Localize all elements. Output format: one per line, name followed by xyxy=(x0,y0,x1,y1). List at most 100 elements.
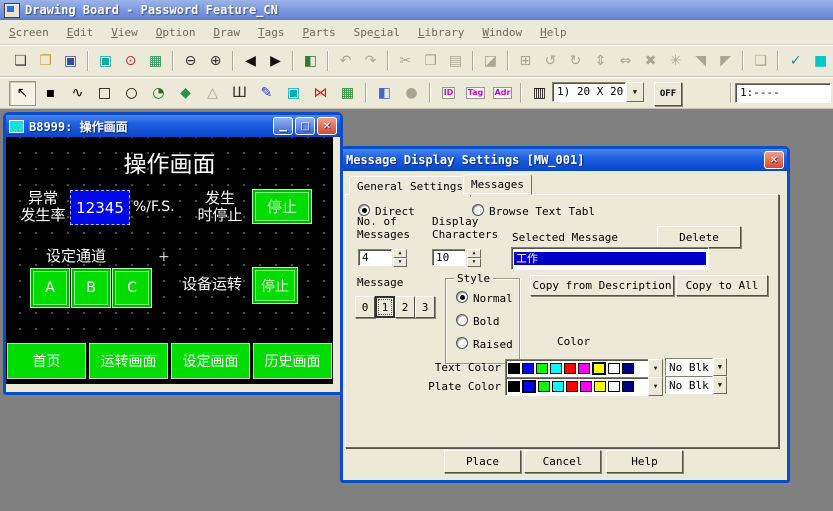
color-swatch-7[interactable] xyxy=(608,363,620,374)
off-toggle-button[interactable]: OFF xyxy=(654,82,682,106)
dialog-close-icon[interactable]: ✕ xyxy=(764,151,784,169)
exit-editor-button[interactable]: ◧ xyxy=(299,50,322,73)
copy-button[interactable]: ❐ xyxy=(419,50,442,73)
grid-dot-button[interactable]: ▪ xyxy=(38,82,63,105)
plate-blink-select[interactable]: No Blk ▼ xyxy=(665,376,727,394)
chevron-down-icon[interactable]: ▼ xyxy=(626,82,644,102)
arc-pie-button[interactable]: ◔ xyxy=(146,82,171,105)
paste-button[interactable]: ▤ xyxy=(444,50,467,73)
flip-vertical-button[interactable]: ⇕ xyxy=(589,50,612,73)
cut-button[interactable]: ✂ xyxy=(394,50,417,73)
multi-copy-button[interactable]: ⋈ xyxy=(308,82,333,105)
chevron-down-icon[interactable]: ▼ xyxy=(713,358,727,376)
menu-parts[interactable]: Parts xyxy=(294,23,345,42)
item-check-button[interactable]: ✓ xyxy=(784,50,807,73)
channel-a-switch[interactable]: A xyxy=(30,268,70,308)
rate-value-display[interactable]: 12345 xyxy=(70,190,130,225)
addr-display-button[interactable]: Adr xyxy=(490,82,515,105)
place-button[interactable]: Place xyxy=(444,450,521,473)
screen-paste-button[interactable]: ▣ xyxy=(281,82,306,105)
align-button[interactable]: ⊞ xyxy=(514,50,537,73)
simulator-button[interactable]: ▦ xyxy=(144,50,167,73)
color-swatch-3[interactable] xyxy=(550,363,562,374)
display-characters-spinner[interactable]: 10 ▲▼ xyxy=(432,249,481,266)
drawing-canvas[interactable]: 操作画面 异常 发生率 12345 %/F.S. 发生 时停止 停止 设定通道 … xyxy=(6,137,333,384)
new-file-button[interactable]: ❏ xyxy=(9,50,32,73)
zoom-in-button[interactable]: ⊕ xyxy=(204,50,227,73)
color-swatch-4[interactable] xyxy=(564,363,576,374)
dialog-titlebar[interactable]: Message Display Settings [MW_001] ✕ xyxy=(343,149,787,171)
nav-switch-4[interactable]: 历史画面 xyxy=(253,343,332,379)
fill-stamp-button[interactable]: ◆ xyxy=(173,82,198,105)
spinner-arrows[interactable]: ▲▼ xyxy=(393,249,407,266)
delete-button[interactable]: Delete xyxy=(657,226,741,248)
color-swatch-4[interactable] xyxy=(566,381,578,392)
text-blink-select[interactable]: No Blk ▼ xyxy=(665,358,727,376)
color-swatch-5[interactable] xyxy=(580,381,592,392)
spin-up-icon[interactable]: ▲ xyxy=(393,249,407,258)
spin-down-icon[interactable]: ▼ xyxy=(393,258,407,267)
rotate-cw-button[interactable]: ↻ xyxy=(564,50,587,73)
rotate-ccw-button[interactable]: ↺ xyxy=(539,50,562,73)
color-swatch-8[interactable] xyxy=(622,363,634,374)
zoom-out-button[interactable]: ⊖ xyxy=(179,50,202,73)
menu-edit[interactable]: Edit xyxy=(58,23,103,42)
plate-color-more-icon[interactable]: ▼ xyxy=(648,377,663,396)
color-swatch-6[interactable] xyxy=(594,381,606,392)
text-color-more-icon[interactable]: ▼ xyxy=(648,359,663,378)
copy-to-all-button[interactable]: Copy to All xyxy=(676,275,768,296)
direct-radio[interactable]: Direct xyxy=(358,204,415,218)
color-swatch-7[interactable] xyxy=(608,381,620,392)
save-button[interactable]: ▣ xyxy=(59,50,82,73)
screen-editor-titlebar[interactable]: B8999: 操作画面 ▁ □ ✕ xyxy=(6,115,340,137)
tag-display-button[interactable]: Tag xyxy=(463,82,488,105)
channel-c-switch[interactable]: C xyxy=(112,268,152,308)
tab-general-settings[interactable]: General Settings xyxy=(349,176,471,197)
texture-blob-button[interactable]: ● xyxy=(399,82,424,105)
color-swatch-6[interactable] xyxy=(592,362,606,375)
menu-library[interactable]: Library xyxy=(409,23,473,42)
minimize-button[interactable]: ▁ xyxy=(273,117,293,135)
circle-button[interactable]: ○ xyxy=(119,82,144,105)
maximize-button[interactable]: □ xyxy=(295,117,315,135)
menu-window[interactable]: Window xyxy=(473,23,531,42)
message-index-button-1[interactable]: 1 xyxy=(375,296,395,318)
menu-tags[interactable]: Tags xyxy=(249,23,294,42)
message-index-button-2[interactable]: 2 xyxy=(395,296,415,318)
style-raised-radio[interactable]: Raised xyxy=(456,337,513,351)
nav-switch-1[interactable]: 首页 xyxy=(7,343,86,379)
menu-option[interactable]: Option xyxy=(147,23,205,42)
alarm-clock-button[interactable]: ⊙ xyxy=(119,50,142,73)
shear-left-button[interactable]: ◤ xyxy=(714,50,737,73)
select-arrow-button[interactable]: ↖ xyxy=(9,81,36,106)
item-id-field[interactable]: 1:---- xyxy=(735,83,831,103)
spin-down-icon[interactable]: ▼ xyxy=(467,258,481,267)
text-tool-button[interactable]: ✎ xyxy=(254,82,279,105)
color-swatch-3[interactable] xyxy=(552,381,564,392)
close-button[interactable]: ✕ xyxy=(317,117,337,135)
device-stop-switch[interactable]: 停止 xyxy=(252,267,298,304)
message-index-button-0[interactable]: 0 xyxy=(355,296,375,318)
scale-comb-button[interactable]: Ш xyxy=(227,82,252,105)
menu-special[interactable]: Special xyxy=(345,23,409,42)
color-swatch-2[interactable] xyxy=(536,363,548,374)
polyline-button[interactable]: ∿ xyxy=(65,82,90,105)
copy-from-description-button[interactable]: Copy from Description xyxy=(530,275,674,296)
enlarge-button[interactable]: ✳ xyxy=(664,50,687,73)
selected-message-input[interactable]: 工作 xyxy=(511,247,709,270)
browse-radio[interactable]: Browse Text Tabl xyxy=(472,204,595,218)
color-swatch-1[interactable] xyxy=(522,363,534,374)
cancel-button[interactable]: Cancel xyxy=(524,450,601,473)
polygon-button[interactable]: △ xyxy=(200,82,225,105)
menu-help[interactable]: Help xyxy=(531,23,576,42)
stop-switch[interactable]: 停止 xyxy=(252,189,312,224)
color-swatch-0[interactable] xyxy=(508,363,520,374)
grid-size-select[interactable]: 1) 20 X 20 ▼ xyxy=(552,82,644,102)
style-bold-radio[interactable]: Bold xyxy=(456,314,500,328)
tab-messages[interactable]: Messages xyxy=(463,174,532,195)
color-swatch-0[interactable] xyxy=(508,381,520,392)
spin-up-icon[interactable]: ▲ xyxy=(467,249,481,258)
color-swatch-2[interactable] xyxy=(538,381,550,392)
image-placement-button[interactable]: ▦ xyxy=(335,82,360,105)
box-3d-button[interactable]: ◧ xyxy=(372,82,397,105)
